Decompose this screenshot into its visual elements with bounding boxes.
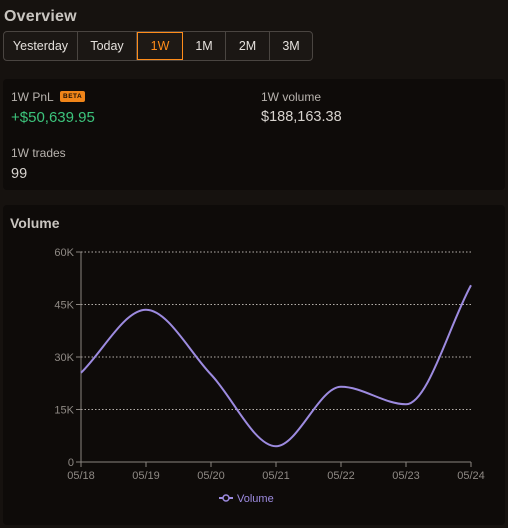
y-tick-label: 15K (54, 405, 74, 417)
x-tick-label: 05/22 (327, 470, 355, 482)
x-tick-label: 05/18 (67, 470, 95, 482)
volume-chart-card: Volume 0 15K 30K 45K 60K 05/18 05/19 05/20 05/21… (3, 205, 505, 525)
pnl-value: +$50,639.95 (11, 109, 95, 126)
tab-1m[interactable]: 1M (183, 32, 226, 60)
beta-badge: BETA (60, 91, 86, 102)
x-tick-label: 05/23 (392, 470, 420, 482)
x-tick-label: 05/20 (197, 470, 225, 482)
tab-3m[interactable]: 3M (270, 32, 312, 60)
tab-2m[interactable]: 2M (226, 32, 270, 60)
legend-swatch-marker (222, 494, 230, 502)
pnl-label: 1W PnL (11, 90, 54, 104)
y-tick-label: 0 (68, 457, 74, 469)
trades-label: 1W trades (11, 146, 66, 160)
volume-series-line (80, 284, 472, 448)
page-title: Overview (4, 8, 77, 25)
y-tick-label: 30K (54, 352, 74, 364)
volume-value: $188,163.38 (261, 109, 342, 125)
y-tick-label: 45K (54, 300, 74, 312)
volume-label: 1W volume (261, 90, 322, 104)
tab-1w[interactable]: 1W (137, 32, 183, 60)
tab-yesterday[interactable]: Yesterday (4, 32, 78, 60)
stats-card: 1W PnL BETA +$50,639.95 1W volume $188,1… (3, 79, 505, 190)
trades-value: 99 (11, 166, 28, 182)
period-tabs: Yesterday Today 1W 1M 2M 3M (3, 31, 313, 61)
volume-chart: 0 15K 30K 45K 60K 05/18 05/19 05/20 05/21 05/22 05… (54, 247, 485, 505)
x-tick-label: 05/19 (132, 470, 160, 482)
tab-today[interactable]: Today (78, 32, 137, 60)
x-tick-label: 05/24 (457, 470, 485, 482)
legend-label: Volume (237, 493, 274, 505)
overview-panel: Overview Yesterday Today 1W 1M 2M 3M 1W … (0, 0, 508, 528)
x-tick-label: 05/21 (262, 470, 290, 482)
y-tick-label: 60K (54, 247, 74, 259)
